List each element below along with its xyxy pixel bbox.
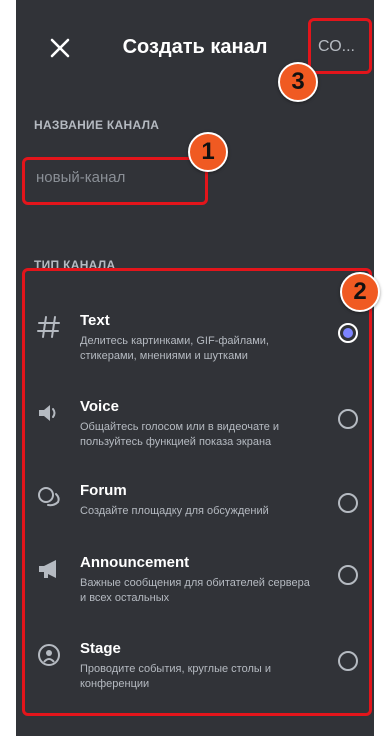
create-channel-screen: Создать канал СО... НАЗВАНИЕ КАНАЛА ТИП …	[16, 0, 374, 736]
channel-type-name: Voice	[80, 398, 119, 415]
channel-type-label: ТИП КАНАЛА	[34, 258, 116, 272]
stage-icon	[36, 642, 62, 668]
channel-type-desc: Важные сообщения для обитателей сервера …	[80, 577, 310, 604]
channel-name-label: НАЗВАНИЕ КАНАЛА	[34, 118, 160, 132]
megaphone-icon	[36, 556, 62, 582]
channel-type-desc: Общайтесь голосом или в видеочате и поль…	[80, 421, 280, 448]
header: Создать канал СО...	[16, 0, 374, 96]
channel-type-desc: Делитесь картинками, GIF-файлами, стикер…	[80, 335, 269, 362]
channel-type-name: Stage	[80, 640, 121, 657]
radio-unselected[interactable]	[338, 493, 358, 513]
radio-selected[interactable]	[338, 323, 358, 343]
channel-type-text[interactable]: Text Делитесь картинками, GIF-файлами, с…	[16, 292, 374, 378]
forum-icon	[36, 484, 62, 510]
channel-type-desc: Создайте площадку для обсуждений	[80, 505, 269, 517]
create-button[interactable]: СО...	[318, 38, 355, 56]
annotation-badge-1: 1	[188, 132, 228, 172]
radio-unselected[interactable]	[338, 651, 358, 671]
channel-type-desc: Проводите события, круглые столы и конфе…	[80, 663, 271, 690]
radio-unselected[interactable]	[338, 565, 358, 585]
speaker-icon	[36, 400, 62, 426]
channel-type-stage[interactable]: Stage Проводите события, круглые столы и…	[16, 620, 374, 706]
channel-type-announcement[interactable]: Announcement Важные сообщения для обитат…	[16, 534, 374, 620]
annotation-badge-3: 3	[278, 62, 318, 102]
channel-type-name: Announcement	[80, 554, 190, 571]
radio-unselected[interactable]	[338, 409, 358, 429]
channel-type-forum[interactable]: Forum Создайте площадку для обсуждений	[16, 462, 374, 534]
channel-type-voice[interactable]: Voice Общайтесь голосом или в видеочате …	[16, 378, 374, 462]
channel-type-name: Text	[80, 312, 110, 329]
channel-type-list: Text Делитесь картинками, GIF-файлами, с…	[16, 292, 374, 706]
annotation-badge-2: 2	[340, 272, 380, 312]
hash-icon	[36, 314, 62, 340]
channel-type-name: Forum	[80, 482, 127, 499]
